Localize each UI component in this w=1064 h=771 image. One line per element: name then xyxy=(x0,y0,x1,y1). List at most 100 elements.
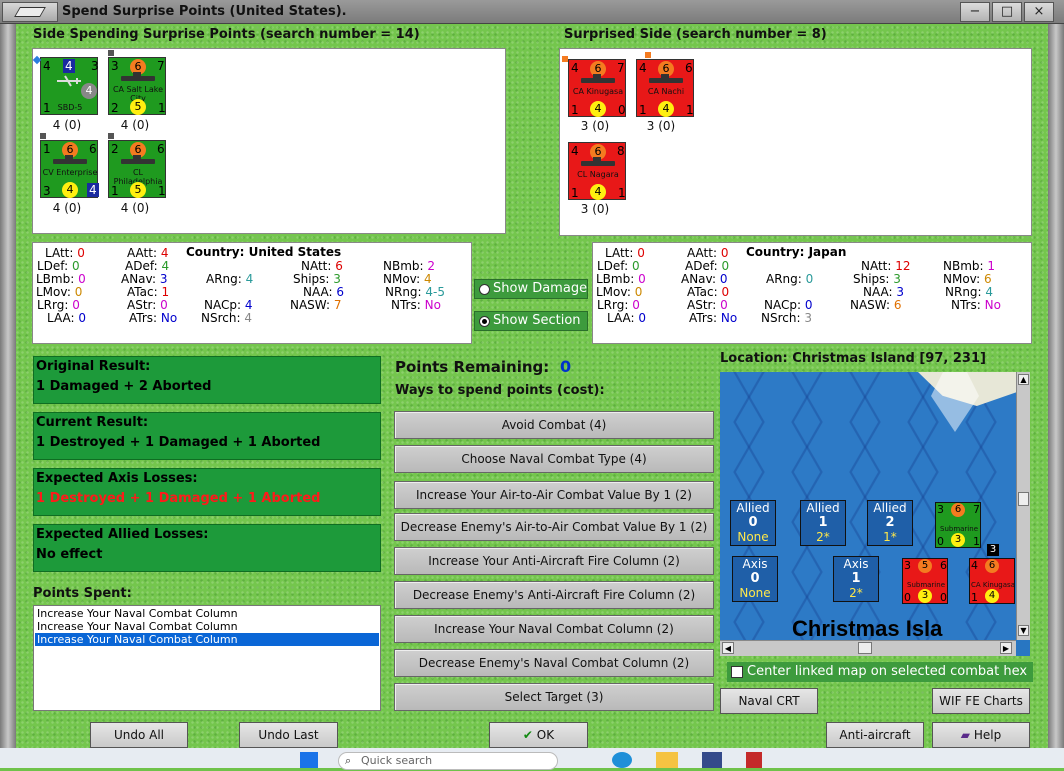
increase-naval-combat-button[interactable]: Increase Your Naval Combat Column (2) xyxy=(394,615,714,643)
minimize-button[interactable]: − xyxy=(960,2,990,22)
map-horizontal-scrollbar[interactable]: ◀ ▶ xyxy=(720,640,1016,656)
axis-losses-value: 1 Destroyed + 1 Damaged + 1 Aborted xyxy=(36,491,321,506)
unit-counter-enterprise[interactable]: 1 6 6 CV Enterprise 3 4 4 xyxy=(40,140,99,198)
allied-box-0[interactable]: Allied 0 None xyxy=(730,500,776,546)
decrease-enemy-air-to-air-button[interactable]: Decrease Enemy's Air-to-Air Combat Value… xyxy=(394,513,714,541)
browser-icon[interactable] xyxy=(612,752,632,768)
wif-fe-charts-button[interactable]: WIF FE Charts xyxy=(932,688,1030,714)
ship-icon xyxy=(581,74,615,83)
stat-ntrs: NTrs: No xyxy=(391,298,441,312)
scroll-up-icon[interactable]: ▲ xyxy=(1018,374,1029,385)
counter-strength: 3 (0) xyxy=(580,119,610,133)
counter-value: 1 xyxy=(571,186,579,200)
allied-box-2[interactable]: Allied 2 1* xyxy=(867,500,913,546)
window-frame-right xyxy=(1048,24,1064,768)
counter-circle: 4 xyxy=(658,101,674,117)
decrease-enemy-anti-aircraft-button[interactable]: Decrease Enemy's Anti-Aircraft Fire Colu… xyxy=(394,581,714,609)
counter-strength: 3 (0) xyxy=(646,119,676,133)
counter-circle: 5 xyxy=(130,182,146,198)
increase-air-to-air-button[interactable]: Increase Your Air-to-Air Combat Value By… xyxy=(394,481,714,509)
avoid-combat-button[interactable]: Avoid Combat (4) xyxy=(394,411,714,439)
counter-value: 1 xyxy=(158,184,166,198)
scroll-thumb[interactable] xyxy=(858,642,872,654)
points-spent-list[interactable]: Increase Your Naval Combat Column Increa… xyxy=(33,605,381,711)
axis-box-1[interactable]: Axis 1 2* xyxy=(833,556,879,602)
ok-button[interactable]: ✔ OK xyxy=(489,722,588,748)
maximize-button[interactable]: □ xyxy=(992,2,1022,22)
system-menu-button[interactable] xyxy=(2,2,58,22)
map-unit-submarine-allied[interactable]: 3 6 7 Submarine 0 3 1 xyxy=(935,502,981,548)
counter-value: 4 xyxy=(63,59,75,73)
unit-counter-sbd5[interactable]: 4 4 3 4 1 SBD-5 xyxy=(40,57,99,115)
unit-counter-salt-lake-city[interactable]: 3 6 7 CA Salt Lake City 2 5 1 xyxy=(108,57,166,115)
help-button[interactable]: ▰ Help xyxy=(932,722,1030,748)
counter-circle: 3 xyxy=(918,589,932,603)
plane-icon xyxy=(57,75,81,87)
box-number: 1 xyxy=(818,515,828,530)
unit-counter-nagara[interactable]: 4 6 8 CL Nagara 1 4 1 xyxy=(568,142,626,200)
map-unit-submarine-axis[interactable]: 3 5 6 Submarine 0 3 0 xyxy=(902,558,948,604)
box-number: 1 xyxy=(851,571,861,586)
game-icon[interactable] xyxy=(702,752,722,768)
country-label-jp: Country: Japan xyxy=(746,245,847,259)
box-number: 0 xyxy=(750,571,760,586)
counter-value: 1 xyxy=(686,103,694,117)
linked-map[interactable]: Allied 0 None Allied 1 2* Allied 2 1* 3 … xyxy=(720,372,1030,656)
axis-box-0[interactable]: Axis 0 None xyxy=(732,556,778,602)
show-section-label: Show Section xyxy=(493,313,581,328)
scroll-down-icon[interactable]: ▼ xyxy=(1018,625,1029,636)
start-icon[interactable] xyxy=(300,752,318,768)
counter-value: 1 xyxy=(571,103,579,117)
points-spent-label: Points Spent: xyxy=(33,586,132,601)
taskbar-search[interactable]: ⌕ Quick search xyxy=(338,752,558,770)
counter-circle: 4 xyxy=(590,184,606,200)
counter-value: 0 xyxy=(937,535,944,548)
scroll-left-icon[interactable]: ◀ xyxy=(722,642,734,654)
counter-name: CV Enterprise xyxy=(42,168,98,177)
folder-icon[interactable] xyxy=(656,752,678,768)
checkbox-icon[interactable] xyxy=(731,666,743,678)
naval-crt-button[interactable]: Naval CRT xyxy=(720,688,818,714)
counter-value: 6 xyxy=(157,142,165,156)
unit-counter-nachi[interactable]: 4 6 6 CA Nachi 1 4 1 xyxy=(636,59,694,117)
show-section-toggle[interactable]: Show Section xyxy=(474,311,588,331)
counter-value: 3 xyxy=(91,59,99,73)
list-item[interactable]: Increase Your Naval Combat Column xyxy=(35,620,379,633)
decrease-enemy-naval-combat-button[interactable]: Decrease Enemy's Naval Combat Column (2) xyxy=(394,649,714,677)
counter-value: 4 xyxy=(971,559,978,572)
box-sub: None xyxy=(737,530,769,544)
allied-box-1[interactable]: Allied 1 2* xyxy=(800,500,846,546)
undo-last-button[interactable]: Undo Last xyxy=(239,722,338,748)
gear-icon xyxy=(108,133,114,139)
app-icon[interactable] xyxy=(746,752,762,768)
close-button[interactable]: × xyxy=(1024,2,1054,22)
country-label-us: Country: United States xyxy=(186,245,342,259)
choose-naval-combat-type-button[interactable]: Choose Naval Combat Type (4) xyxy=(394,445,714,473)
counter-value: 6 xyxy=(89,142,97,156)
scroll-thumb[interactable] xyxy=(1018,492,1029,506)
map-vertical-scrollbar[interactable]: ▲ ▼ xyxy=(1016,372,1030,640)
points-remaining-label: Points Remaining: xyxy=(395,358,550,376)
box-number: 2 xyxy=(885,515,895,530)
select-target-button[interactable]: Select Target (3) xyxy=(394,683,714,711)
checkmark-icon: ✔ xyxy=(522,728,533,742)
list-item[interactable]: Increase Your Naval Combat Column xyxy=(35,633,379,646)
unit-counter-kinugasa[interactable]: 4 6 7 CA Kinugasa 1 4 0 xyxy=(568,59,626,117)
ship-icon xyxy=(121,72,155,81)
counter-value: 3 xyxy=(937,503,944,516)
map-unit-kinugasa[interactable]: 4 6 CA Kinugasa 1 4 xyxy=(969,558,1015,604)
unit-counter-philadelphia[interactable]: 2 6 6 CL Philadelphia 1 5 1 xyxy=(108,140,166,198)
anti-aircraft-crt-button[interactable]: Anti-aircraft CRT xyxy=(826,722,924,766)
scroll-right-icon[interactable]: ▶ xyxy=(1000,642,1012,654)
window-title: Spend Surprise Points (United States). xyxy=(62,4,347,19)
counter-value: 2 xyxy=(111,142,119,156)
undo-all-button[interactable]: Undo All xyxy=(90,722,188,748)
center-map-checkbox[interactable]: Center linked map on selected combat hex xyxy=(727,662,1033,682)
counter-circle: 4 xyxy=(985,589,999,603)
stats-panel-us: LAtt: 0 LDef: 0 LBmb: 0 LMov: 0 LRrg: 0 … xyxy=(32,242,472,344)
list-item[interactable]: Increase Your Naval Combat Column xyxy=(35,607,379,620)
ship-icon xyxy=(121,155,155,164)
increase-anti-aircraft-button[interactable]: Increase Your Anti-Aircraft Fire Column … xyxy=(394,547,714,575)
ok-label: OK xyxy=(536,728,555,742)
show-damage-toggle[interactable]: Show Damage xyxy=(474,279,588,299)
